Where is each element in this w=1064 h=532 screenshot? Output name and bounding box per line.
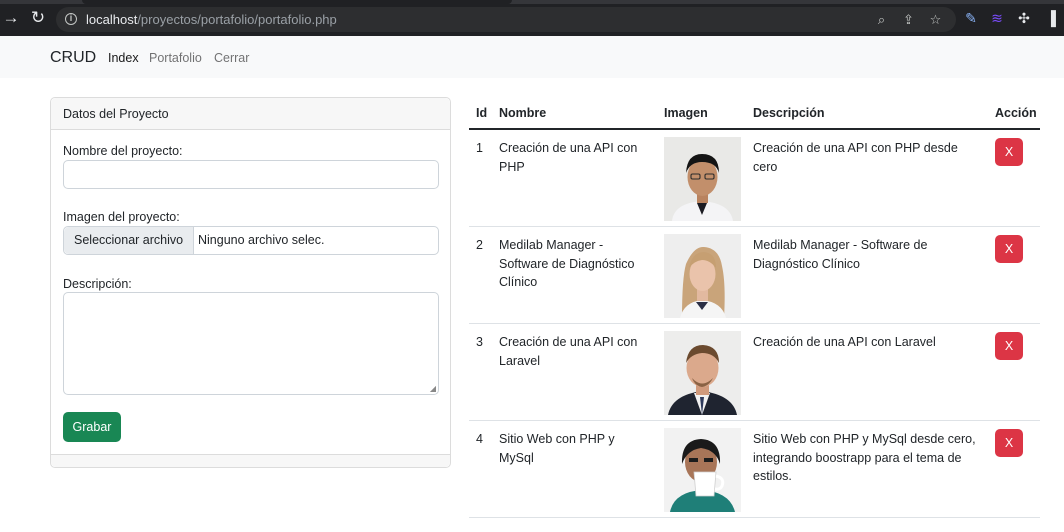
table-row: 3 Creación de una API con Laravel Creaci… bbox=[469, 324, 1040, 421]
share-icon[interactable]: ⇪ bbox=[901, 12, 916, 27]
row-descripcion: Medilab Manager - Software de Diagnóstic… bbox=[753, 238, 928, 271]
site-info-icon[interactable]: i bbox=[65, 13, 77, 25]
zoom-icon[interactable]: ⌕ bbox=[874, 12, 889, 27]
project-photo bbox=[664, 331, 741, 415]
header-imagen: Imagen bbox=[664, 106, 708, 120]
nav-link-cerrar[interactable]: Cerrar bbox=[214, 51, 249, 65]
description-label: Descripción: bbox=[63, 277, 132, 291]
header-id: Id bbox=[476, 106, 488, 120]
delete-button[interactable]: X bbox=[995, 138, 1023, 166]
portrait-woman-image bbox=[664, 234, 741, 318]
delete-button[interactable]: X bbox=[995, 332, 1023, 360]
url-host: localhost bbox=[86, 12, 138, 27]
choose-file-button[interactable]: Seleccionar archivo bbox=[64, 227, 195, 254]
card-header: Datos del Proyecto bbox=[51, 98, 450, 130]
project-image-file-input[interactable]: Seleccionar archivo Ninguno archivo sele… bbox=[63, 226, 439, 255]
extension-pen-icon[interactable]: ✎ bbox=[963, 10, 979, 26]
bookmark-star-icon[interactable]: ☆ bbox=[928, 12, 943, 27]
project-photo bbox=[664, 234, 741, 318]
row-nombre: Creación de una API con Laravel bbox=[499, 335, 638, 368]
navbar: CRUD Index Portafolio Cerrar bbox=[0, 36, 1064, 78]
row-descripcion: Sitio Web con PHP y MySql desde cero, in… bbox=[753, 432, 976, 483]
row-id: 1 bbox=[476, 141, 483, 155]
reload-icon[interactable]: ↻ bbox=[29, 9, 47, 27]
project-photo bbox=[664, 428, 741, 512]
table-row: 2 Medilab Manager - Software de Diagnóst… bbox=[469, 227, 1040, 324]
row-descripcion: Creación de una API con PHP desde cero bbox=[753, 141, 958, 174]
nav-link-portafolio[interactable]: Portafolio bbox=[149, 51, 202, 65]
file-status-text: Ninguno archivo selec. bbox=[198, 233, 325, 247]
table-row: 4 Sitio Web con PHP y MySql Sitio Web co… bbox=[469, 421, 1040, 518]
project-form-card: Datos del Proyecto Nombre del proyecto: … bbox=[50, 97, 451, 468]
project-photo bbox=[664, 137, 741, 221]
row-id: 3 bbox=[476, 335, 483, 349]
extensions-puzzle-icon[interactable]: ✣ bbox=[1016, 10, 1032, 26]
project-name-label: Nombre del proyecto: bbox=[63, 144, 183, 158]
row-nombre: Creación de una API con PHP bbox=[499, 141, 638, 174]
row-id: 4 bbox=[476, 432, 483, 446]
card-footer bbox=[51, 454, 450, 467]
table-row: 1 Creación de una API con PHP Creación d… bbox=[469, 130, 1040, 227]
description-textarea[interactable]: ◢ bbox=[63, 292, 439, 395]
address-url[interactable]: localhost/proyectos/portafolio/portafoli… bbox=[86, 12, 337, 27]
header-accion: Acción bbox=[995, 106, 1037, 120]
row-descripcion: Creación de una API con Laravel bbox=[753, 335, 936, 349]
forward-arrow-icon[interactable]: → bbox=[2, 9, 20, 27]
project-image-label: Imagen del proyecto: bbox=[63, 210, 180, 224]
resize-grip-icon[interactable]: ◢ bbox=[430, 384, 436, 393]
row-id: 2 bbox=[476, 238, 483, 252]
delete-button[interactable]: X bbox=[995, 429, 1023, 457]
nav-link-index[interactable]: Index bbox=[108, 51, 139, 65]
portrait-man-suit-image bbox=[664, 331, 741, 415]
tab-strip bbox=[0, 0, 1064, 4]
header-descripcion: Descripción bbox=[753, 106, 825, 120]
project-name-input[interactable] bbox=[63, 160, 439, 189]
save-button[interactable]: Grabar bbox=[63, 412, 121, 442]
side-panel-icon[interactable]: ▐ bbox=[1043, 10, 1059, 26]
active-tab[interactable] bbox=[82, 0, 512, 4]
browser-toolbar: → ↻ i localhost/proyectos/portafolio/por… bbox=[0, 0, 1064, 36]
header-nombre: Nombre bbox=[499, 106, 547, 120]
extension-stack-icon[interactable]: ≋ bbox=[989, 10, 1005, 26]
portrait-man-mug-image bbox=[664, 428, 741, 512]
url-path: /proyectos/portafolio/portafolio.php bbox=[137, 12, 337, 27]
delete-button[interactable]: X bbox=[995, 235, 1023, 263]
row-nombre: Sitio Web con PHP y MySql bbox=[499, 432, 615, 465]
row-nombre: Medilab Manager - Software de Diagnóstic… bbox=[499, 238, 635, 289]
address-bar[interactable]: i localhost/proyectos/portafolio/portafo… bbox=[56, 7, 956, 32]
navbar-brand[interactable]: CRUD bbox=[50, 49, 96, 67]
portrait-man-glasses-image bbox=[664, 137, 741, 221]
